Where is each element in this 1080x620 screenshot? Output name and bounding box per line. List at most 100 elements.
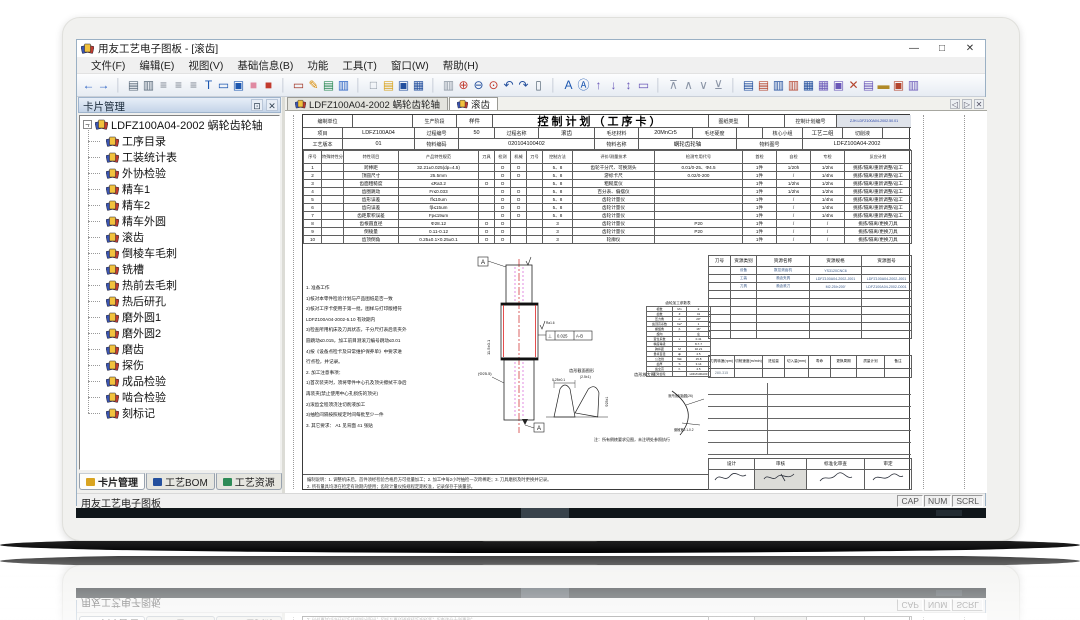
toolbar-button-icon[interactable]: ∧ bbox=[681, 76, 696, 95]
restore-button[interactable]: □ bbox=[935, 43, 949, 54]
toolbar-button-icon[interactable]: ▥ bbox=[786, 76, 801, 95]
toolbar-button-icon[interactable]: Ⓐ bbox=[576, 76, 591, 95]
toolbar-button-icon[interactable]: ≡ bbox=[156, 76, 171, 95]
panel-close-icon[interactable]: ✕ bbox=[266, 99, 278, 111]
menu-item[interactable]: 工具(T) bbox=[336, 58, 382, 73]
tab-scroll-right-icon[interactable]: ▷ bbox=[962, 99, 972, 109]
toolbar-button-icon[interactable]: ▤ bbox=[321, 76, 336, 95]
tree-item[interactable]: 工装统计表 bbox=[80, 149, 279, 165]
header-label: 编制单位 bbox=[303, 115, 353, 128]
tree-root[interactable]: − LDFZ100A04-2002 蜗轮齿轮轴 bbox=[80, 116, 279, 133]
toolbar-button-icon[interactable]: ▬ bbox=[876, 76, 891, 95]
tree-item[interactable]: 滚齿 bbox=[80, 229, 279, 245]
tree-item[interactable]: 磨外圆2 bbox=[80, 325, 279, 341]
menu-item[interactable]: 帮助(H) bbox=[437, 58, 485, 73]
tree-item[interactable]: 磨外圆1 bbox=[80, 309, 279, 325]
drawing-canvas[interactable]: 编制单位 生产阶段 样件 控制计划（工序卡） 图纸类型 控制计划编号 ZJH.L… bbox=[285, 111, 987, 493]
toolbar-button-icon[interactable]: ▥ bbox=[771, 76, 786, 95]
document-tab[interactable]: 滚齿 bbox=[449, 97, 498, 110]
document-tab[interactable]: LDFZ100A04-2002 蜗轮齿轮轴 bbox=[287, 97, 448, 110]
toolbar-button-icon[interactable]: ⊼ bbox=[666, 76, 681, 95]
toolbar-button-icon[interactable]: ■ bbox=[246, 76, 261, 95]
toolbar-button-icon[interactable]: ▯ bbox=[531, 76, 546, 95]
toolbar-button-icon[interactable]: ▤ bbox=[861, 76, 876, 95]
tree-item[interactable]: 成品检验 bbox=[80, 373, 279, 389]
tree-item[interactable]: 磨齿 bbox=[80, 341, 279, 357]
toolbar-button-icon[interactable]: ↓ bbox=[606, 76, 621, 95]
toolbar-button-icon[interactable]: ■ bbox=[261, 76, 276, 95]
tab-close-icon[interactable]: ✕ bbox=[974, 99, 984, 109]
toolbar-button-icon[interactable]: ▥ bbox=[336, 76, 351, 95]
tree-item[interactable]: 探伤 bbox=[80, 357, 279, 373]
toolbar-button-icon[interactable]: ≡ bbox=[186, 76, 201, 95]
toolbar-button-icon[interactable]: ▣ bbox=[231, 76, 246, 95]
panel-tab[interactable]: 工艺BOM bbox=[146, 473, 215, 490]
tree-item[interactable]: 精车外圆 bbox=[80, 213, 279, 229]
toolbar-button-icon[interactable]: ✕ bbox=[846, 76, 861, 95]
toolbar-button-icon[interactable]: ▦ bbox=[801, 76, 816, 95]
menu-item[interactable]: 文件(F) bbox=[85, 58, 131, 73]
toolbar-button-icon[interactable]: ▤ bbox=[741, 76, 756, 95]
toolbar-button-icon[interactable]: ↑ bbox=[591, 76, 606, 95]
panel-tab[interactable]: 卡片管理 bbox=[79, 473, 145, 490]
toolbar-button-icon[interactable]: │ bbox=[111, 76, 126, 95]
menu-item[interactable]: 视图(V) bbox=[182, 58, 229, 73]
toolbar-button-icon[interactable]: │ bbox=[351, 76, 366, 95]
toolbar-button-icon[interactable]: A bbox=[561, 76, 576, 95]
toolbar-button-icon[interactable]: │ bbox=[726, 76, 741, 95]
toolbar-button-icon[interactable]: ≡ bbox=[171, 76, 186, 95]
minimize-button[interactable]: — bbox=[907, 43, 921, 54]
tree-item[interactable]: 工序目录 bbox=[80, 133, 279, 149]
tree-item[interactable]: 外协检验 bbox=[80, 165, 279, 181]
toolbar-button-icon[interactable]: │ bbox=[546, 76, 561, 95]
toolbar-button-icon[interactable]: ▣ bbox=[891, 76, 906, 95]
toolbar-button-icon[interactable]: ▣ bbox=[831, 76, 846, 95]
toolbar-button-icon[interactable]: ▦ bbox=[816, 76, 831, 95]
toolbar-button-icon[interactable]: T bbox=[201, 76, 216, 95]
tree-item[interactable]: 精车2 bbox=[80, 197, 279, 213]
tree-item[interactable]: 啮合检验 bbox=[80, 389, 279, 405]
panel-tab[interactable]: 工艺资源 bbox=[216, 473, 282, 490]
tree-item[interactable]: 刻标记 bbox=[80, 405, 279, 421]
toolbar-button-icon[interactable]: ✎ bbox=[306, 76, 321, 95]
toolbar-button-icon[interactable]: ▦ bbox=[411, 76, 426, 95]
toolbar-button-icon[interactable]: → bbox=[96, 76, 111, 95]
close-button[interactable]: ✕ bbox=[963, 43, 977, 54]
toolbar-button-icon[interactable]: ▥ bbox=[906, 76, 921, 95]
toolbar-button-icon[interactable]: ↶ bbox=[501, 76, 516, 95]
toolbar-button-icon[interactable]: │ bbox=[276, 76, 291, 95]
menu-item[interactable]: 窗口(W) bbox=[385, 58, 435, 73]
toolbar-button-icon[interactable]: ↕ bbox=[621, 76, 636, 95]
toolbar-button-icon[interactable]: ▥ bbox=[141, 76, 156, 95]
tab-scroll-left-icon[interactable]: ◁ bbox=[950, 99, 960, 109]
tree-item[interactable]: 倒棱车毛刺 bbox=[80, 245, 279, 261]
tree-item[interactable]: 热前去毛刺 bbox=[80, 277, 279, 293]
toolbar-button-icon[interactable]: ← bbox=[81, 76, 96, 95]
toolbar-button-icon[interactable]: │ bbox=[651, 76, 666, 95]
pin-icon[interactable]: ⊡ bbox=[251, 99, 263, 111]
toolbar-button-icon[interactable]: ∨ bbox=[696, 76, 711, 95]
toolbar-button-icon[interactable]: ↷ bbox=[516, 76, 531, 95]
toolbar-button-icon[interactable]: ⊕ bbox=[456, 76, 471, 95]
toolbar-button-icon[interactable]: │ bbox=[426, 76, 441, 95]
toolbar-button-icon[interactable]: □ bbox=[366, 76, 381, 95]
tree-item[interactable]: 铣槽 bbox=[80, 261, 279, 277]
toolbar-button-icon[interactable]: ⊖ bbox=[471, 76, 486, 95]
menu-item[interactable]: 编辑(E) bbox=[133, 58, 180, 73]
toolbar-button-icon[interactable]: ▤ bbox=[126, 76, 141, 95]
tree-item[interactable]: 热后研孔 bbox=[80, 293, 279, 309]
tree-item[interactable]: 精车1 bbox=[80, 181, 279, 197]
toolbar-button-icon[interactable]: ▥ bbox=[441, 76, 456, 95]
header-value bbox=[883, 128, 911, 139]
menu-item[interactable]: 基础信息(B) bbox=[231, 58, 299, 73]
toolbar-button-icon[interactable]: ▤ bbox=[756, 76, 771, 95]
toolbar-button-icon[interactable]: ▭ bbox=[636, 76, 651, 95]
menu-item[interactable]: 功能 bbox=[301, 58, 334, 73]
toolbar-button-icon[interactable]: ▭ bbox=[291, 76, 306, 95]
toolbar-button-icon[interactable]: ▤ bbox=[381, 76, 396, 95]
toolbar-button-icon[interactable]: ⊻ bbox=[711, 76, 726, 95]
toolbar-button-icon[interactable]: ▭ bbox=[216, 76, 231, 95]
tooth-dimension: Φ25±1 bbox=[605, 397, 609, 407]
toolbar-button-icon[interactable]: ▣ bbox=[396, 76, 411, 95]
toolbar-button-icon[interactable]: ⊙ bbox=[486, 76, 501, 95]
